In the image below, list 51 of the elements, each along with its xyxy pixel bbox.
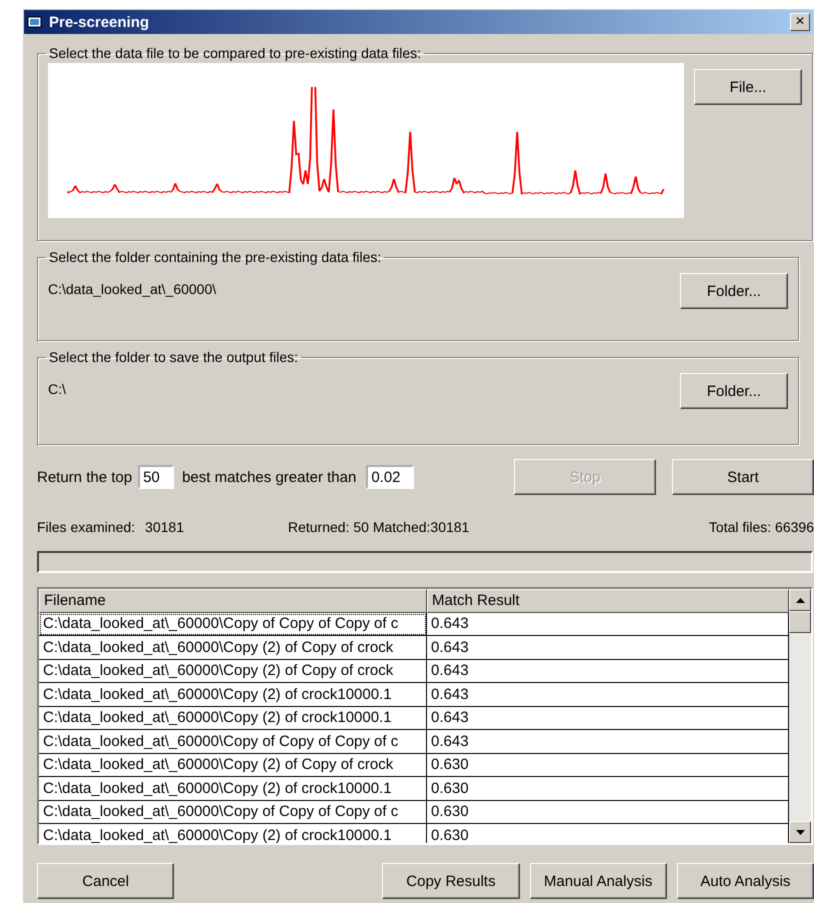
scrollbar[interactable] <box>789 589 811 843</box>
top-count-field[interactable]: 50 <box>138 465 174 489</box>
table-cell: 0.630 <box>427 754 789 777</box>
folder-button[interactable]: Folder... <box>680 273 788 309</box>
window-icon <box>27 15 43 29</box>
group-label: Select the data file to be compared to pre-existing data files: <box>48 45 422 61</box>
files-examined-value: 30181 <box>145 519 184 535</box>
auto-analysis-button[interactable]: Auto Analysis <box>676 863 814 899</box>
scroll-down-icon <box>796 830 804 834</box>
returned-matched-text: Returned: 50 Matched:30181 <box>288 519 470 535</box>
table-cell: 0.630 <box>427 800 789 824</box>
folder-path: C:\data_looked_at\_60000\ <box>48 280 218 299</box>
table-cell: C:\data_looked_at\_60000\Copy of Copy of Copy of c <box>39 612 427 636</box>
folder-button[interactable]: Folder... <box>680 373 788 409</box>
table-cell: C:\data_looked_at\_60000\Copy of Copy of Copy of c <box>39 800 427 824</box>
table-cell: C:\data_looked_at\_60000\Copy (2) of Copy of crock <box>39 660 427 683</box>
table-cell: 0.643 <box>427 730 789 754</box>
table-cell: C:\data_looked_at\_60000\Copy (2) of crock10000.1 <box>39 706 427 730</box>
scroll-thumb[interactable] <box>789 611 811 633</box>
start-button[interactable]: Start <box>672 459 814 495</box>
table-cell: 0.643 <box>427 706 789 730</box>
table-cell: 0.643 <box>427 683 789 706</box>
column-header[interactable]: Match Result <box>427 589 789 612</box>
criteria-label: best matches greater than <box>182 468 356 486</box>
table-cell: 0.643 <box>427 612 789 636</box>
table-cell: C:\data_looked_at\_60000\Copy (2) of Copy of crock <box>39 754 427 777</box>
scroll-down-button[interactable] <box>789 821 811 843</box>
criteria-label: Return the top <box>37 468 132 486</box>
manual-analysis-button[interactable]: Manual Analysis <box>530 863 667 899</box>
threshold-field[interactable]: 0.02 <box>366 465 414 489</box>
close-button[interactable]: × <box>790 13 810 31</box>
group-label: Select the folder to save the output files: <box>48 349 300 365</box>
table-cell: 0.643 <box>427 660 789 683</box>
table-cell: C:\data_looked_at\_60000\Copy (2) of Copy of crock <box>39 636 427 660</box>
window-title: Pre-screening <box>49 14 150 30</box>
scroll-up-button[interactable] <box>789 589 811 611</box>
table-cell: C:\data_looked_at\_60000\Copy (2) of crock10000.1 <box>39 777 427 800</box>
table-cell: 0.643 <box>427 636 789 660</box>
cancel-button[interactable]: Cancel <box>37 863 174 899</box>
table-cell: C:\data_looked_at\_60000\Copy (2) of crock10000.1 <box>39 683 427 706</box>
column-header[interactable]: Filename <box>39 589 427 612</box>
files-examined-label: Files examined: <box>37 519 136 535</box>
total-files-text: Total files: 66396 <box>708 519 814 535</box>
group-label: Select the folder containing the pre-existing data files: <box>48 249 382 265</box>
copy-results-button[interactable]: Copy Results <box>382 863 520 899</box>
scroll-up-icon <box>796 598 804 602</box>
table-cell: C:\data_looked_at\_60000\Copy of Copy of Copy of c <box>39 730 427 754</box>
file-button[interactable]: File... <box>694 69 802 105</box>
folder-path: C:\ <box>48 380 67 399</box>
table-cell: C:\data_looked_at\_60000\Copy (2) of crock10000.1 <box>39 824 427 843</box>
table-cell: 0.630 <box>427 777 789 800</box>
